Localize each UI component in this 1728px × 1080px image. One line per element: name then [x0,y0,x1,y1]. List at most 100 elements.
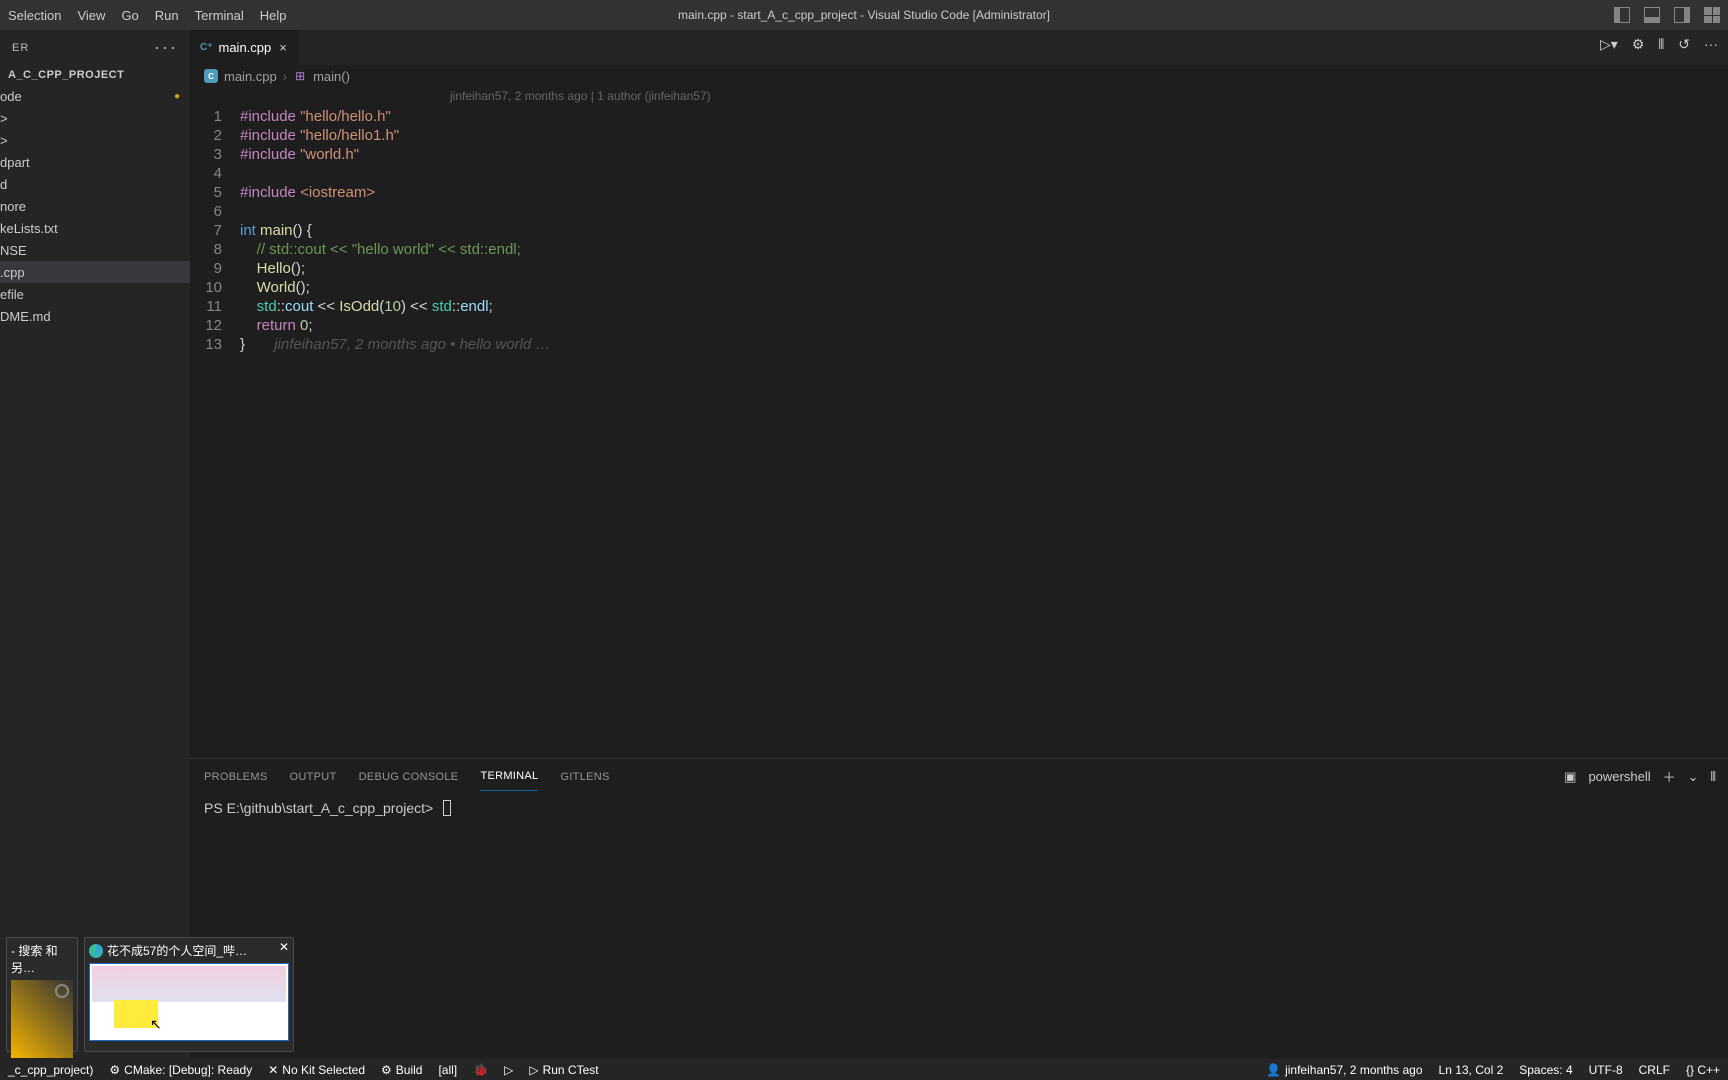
status-blame[interactable]: 👤 jinfeihan57, 2 months ago [1258,1063,1430,1077]
file-item[interactable]: nore [0,195,190,217]
toggle-primary-sidebar-icon[interactable] [1614,7,1630,23]
file-item[interactable]: .cpp [0,261,190,283]
status-bar: _c_cpp_project) ⚙ CMake: [Debug]: Ready … [0,1058,1728,1080]
taskbar-thumb-2: ↖ [89,963,289,1041]
layout-controls [1614,7,1720,23]
tab-close-icon[interactable]: × [277,40,289,55]
project-name[interactable]: A_C_CPP_PROJECT [0,65,190,85]
code-line: 1#include "hello/hello.h" [190,107,1728,126]
settings-gear-icon[interactable]: ⚙ [1632,36,1645,53]
status-build[interactable]: ⚙ Build [373,1059,430,1080]
split-terminal-icon[interactable]: ⫴ [1711,769,1716,785]
status-target[interactable]: [all] [430,1059,465,1080]
code-line: 12 return 0; [190,316,1728,335]
status-eol[interactable]: CRLF [1631,1063,1678,1077]
cpp-file-icon: C⁺ [200,42,213,53]
run-dropdown-icon[interactable]: ▷▾ [1600,36,1618,53]
revert-icon[interactable]: ↺ [1678,36,1690,53]
status-language[interactable]: {} C++ [1678,1063,1728,1077]
file-item[interactable]: NSE [0,239,190,261]
tab-output[interactable]: OUTPUT [290,763,337,791]
menu-run[interactable]: Run [147,0,187,30]
code-content: // std::cout << "hello world" << std::en… [240,240,521,259]
code-line: 4 [190,164,1728,183]
status-indent[interactable]: Spaces: 4 [1511,1063,1580,1077]
code-line: 2#include "hello/hello1.h" [190,126,1728,145]
split-editor-icon[interactable]: ⫴ [1658,36,1664,53]
line-number: 1 [190,107,240,126]
customize-layout-icon[interactable] [1704,7,1720,23]
line-number: 13 [190,335,240,354]
code-line: 6 [190,202,1728,221]
toggle-secondary-sidebar-icon[interactable] [1674,7,1690,23]
toggle-panel-icon[interactable] [1644,7,1660,23]
window-title: main.cpp - start_A_c_cpp_project - Visua… [678,8,1050,22]
line-number: 6 [190,202,240,221]
code-content: #include "hello/hello1.h" [240,126,399,145]
menu-help[interactable]: Help [252,0,295,30]
taskbar-preview-1[interactable]: - 搜索 和另… [6,937,78,1052]
code-line: 8 // std::cout << "hello world" << std::… [190,240,1728,259]
more-actions-icon[interactable]: ··· [1704,36,1718,53]
file-item[interactable]: efile [0,283,190,305]
line-number: 8 [190,240,240,259]
file-item[interactable]: keLists.txt [0,217,190,239]
code-content: int main() { [240,221,312,240]
terminal-dropdown-icon[interactable]: ⌄ [1688,769,1699,785]
file-item[interactable]: ode [0,85,190,107]
status-kit[interactable]: ✕ No Kit Selected [260,1059,373,1080]
cpp-file-icon: C [204,69,218,83]
status-encoding[interactable]: UTF-8 [1581,1063,1631,1077]
breadcrumb[interactable]: C main.cpp › ⊞ main() [190,65,1728,87]
status-run-icon[interactable]: ▷ [496,1059,521,1080]
code-editor[interactable]: 1#include "hello/hello.h"2#include "hell… [190,105,1728,758]
status-project[interactable]: _c_cpp_project) [0,1059,101,1080]
line-number: 4 [190,164,240,183]
terminal-body[interactable]: PS E:\github\start_A_c_cpp_project> [190,794,1728,1058]
line-number: 7 [190,221,240,240]
file-item[interactable]: dpart [0,151,190,173]
status-run-ctest[interactable]: ▷ Run CTest [521,1059,606,1080]
code-line: 7int main() { [190,221,1728,240]
line-number: 3 [190,145,240,164]
status-cmake[interactable]: ⚙ CMake: [Debug]: Ready [101,1059,260,1080]
file-item[interactable]: > [0,107,190,129]
taskbar-thumb-1 [11,980,73,1058]
breadcrumb-symbol[interactable]: main() [313,69,350,84]
bottom-panel: PROBLEMS OUTPUT DEBUG CONSOLE TERMINAL G… [190,758,1728,1058]
function-icon: ⊞ [293,69,307,83]
status-debug-icon[interactable]: 🐞 [465,1059,496,1080]
menu-view[interactable]: View [69,0,113,30]
titlebar: Selection View Go Run Terminal Help main… [0,0,1728,30]
terminal-shell-icon[interactable]: ▣ [1564,769,1576,785]
new-terminal-icon[interactable]: ＋ [1663,767,1676,786]
tab-debug-console[interactable]: DEBUG CONSOLE [359,763,459,791]
menu-selection[interactable]: Selection [0,0,69,30]
tab-main-cpp[interactable]: C⁺ main.cpp × [190,30,300,65]
file-item[interactable]: > [0,129,190,151]
code-content: std::cout << IsOdd(10) << std::endl; [240,297,493,316]
file-item[interactable]: DME.md [0,305,190,327]
menu-terminal[interactable]: Terminal [187,0,252,30]
main-menu: Selection View Go Run Terminal Help [0,0,295,30]
taskbar-preview-2[interactable]: 花不成57的个人空间_哔… ✕ ↖ [84,937,294,1052]
edge-icon [89,944,103,958]
menu-go[interactable]: Go [113,0,146,30]
line-number: 12 [190,316,240,335]
explorer-title: ER [12,42,29,54]
explorer-more-icon[interactable]: ··· [154,37,178,58]
breadcrumb-file[interactable]: main.cpp [224,69,277,84]
line-number: 10 [190,278,240,297]
tab-gitlens[interactable]: GITLENS [560,763,609,791]
taskbar-close-icon[interactable]: ✕ [279,940,289,954]
tab-problems[interactable]: PROBLEMS [204,763,268,791]
code-line: 9 Hello(); [190,259,1728,278]
line-number: 11 [190,297,240,316]
code-line: 5#include <iostream> [190,183,1728,202]
status-cursor[interactable]: Ln 13, Col 2 [1431,1063,1512,1077]
line-number: 9 [190,259,240,278]
tab-terminal[interactable]: TERMINAL [480,762,538,791]
file-item[interactable]: d [0,173,190,195]
terminal-shell-name[interactable]: powershell [1588,769,1650,784]
explorer-header: ER ··· [0,30,190,65]
